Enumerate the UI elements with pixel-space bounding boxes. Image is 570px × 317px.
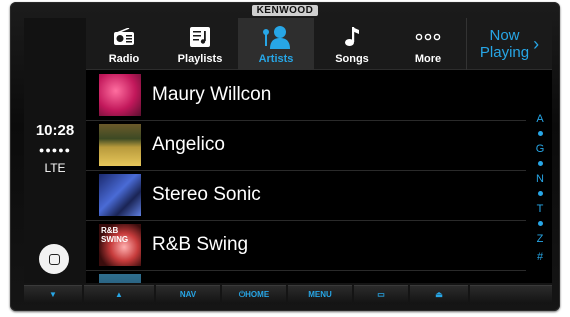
radio-icon <box>113 25 135 49</box>
chevron-right-icon: › <box>533 33 540 54</box>
nav-button[interactable]: NAV <box>156 285 220 303</box>
artist-list: Maury Willcon Angelico Stereo Sonic R&B … <box>86 71 552 283</box>
network-type: LTE <box>44 161 66 175</box>
index-letter[interactable]: A <box>536 113 543 125</box>
album-art <box>99 74 141 116</box>
head-unit-bezel: KENWOOD 10:28 ●●●●● LTE Radio Playlists … <box>10 2 560 311</box>
carplay-screen: 10:28 ●●●●● LTE Radio Playlists Artists … <box>24 18 552 283</box>
artist-name: Angelico <box>152 134 225 155</box>
status-rail: 10:28 ●●●●● LTE <box>24 18 86 283</box>
tab-label: Radio <box>108 53 140 65</box>
carplay-home-button[interactable] <box>39 244 69 274</box>
index-dot <box>537 131 543 137</box>
album-art-text: R&B SWING <box>101 226 129 244</box>
index-dot <box>537 191 543 197</box>
hardware-spacer <box>470 285 552 303</box>
album-art <box>99 174 141 216</box>
index-letter[interactable]: T <box>537 203 544 215</box>
brand-logo: KENWOOD <box>10 5 560 16</box>
album-art <box>99 274 141 283</box>
alphabet-index[interactable]: A G N T Z # <box>533 113 547 263</box>
volume-down-button[interactable]: ▼ <box>24 285 82 303</box>
artist-name: Maury Willcon <box>152 84 272 105</box>
music-note-icon <box>344 25 360 49</box>
tab-label: Songs <box>335 53 369 65</box>
home-square-icon <box>48 253 60 265</box>
list-item[interactable]: Stereo Sonic <box>86 171 526 221</box>
index-dot <box>537 161 543 167</box>
album-art <box>99 124 141 166</box>
list-item[interactable]: R&B SWING R&B Swing <box>86 221 526 271</box>
display-button[interactable]: ▭ <box>354 285 408 303</box>
tab-bar: Radio Playlists Artists Songs More Now P… <box>86 18 552 70</box>
tab-label: More <box>414 53 442 65</box>
index-letter[interactable]: G <box>536 143 545 155</box>
tab-songs[interactable]: Songs <box>314 18 390 70</box>
tab-label: Artists <box>258 53 294 65</box>
index-letter[interactable]: Z <box>537 233 544 245</box>
index-letter[interactable]: N <box>536 173 544 185</box>
signal-strength: ●●●●● <box>38 145 72 155</box>
list-item[interactable]: Maury Willcon <box>86 71 526 121</box>
tab-playlists[interactable]: Playlists <box>162 18 238 70</box>
hardware-button-strip: ▼ ▲ NAV ⏻HOME MENU ▭ ⏏ <box>24 285 552 303</box>
list-item[interactable] <box>86 271 526 283</box>
index-dot <box>537 221 543 227</box>
now-playing-label: Now Playing <box>479 27 530 61</box>
tab-more[interactable]: More <box>390 18 466 70</box>
clock: 10:28 <box>35 122 75 139</box>
more-dots-icon <box>415 25 441 49</box>
now-playing-button[interactable]: Now Playing › <box>466 18 552 70</box>
volume-up-button[interactable]: ▲ <box>84 285 154 303</box>
eject-button[interactable]: ⏏ <box>410 285 468 303</box>
tab-artists[interactable]: Artists <box>238 18 314 70</box>
artist-icon <box>261 25 291 49</box>
menu-button[interactable]: MENU <box>288 285 352 303</box>
home-button[interactable]: ⏻HOME <box>222 285 286 303</box>
playlist-icon <box>189 25 211 49</box>
artist-name: R&B Swing <box>152 234 249 255</box>
tab-label: Playlists <box>177 53 223 65</box>
artist-name: Stereo Sonic <box>152 184 261 205</box>
tab-radio[interactable]: Radio <box>86 18 162 70</box>
index-letter[interactable]: # <box>537 251 543 263</box>
list-item[interactable]: Angelico <box>86 121 526 171</box>
album-art: R&B SWING <box>99 224 141 266</box>
